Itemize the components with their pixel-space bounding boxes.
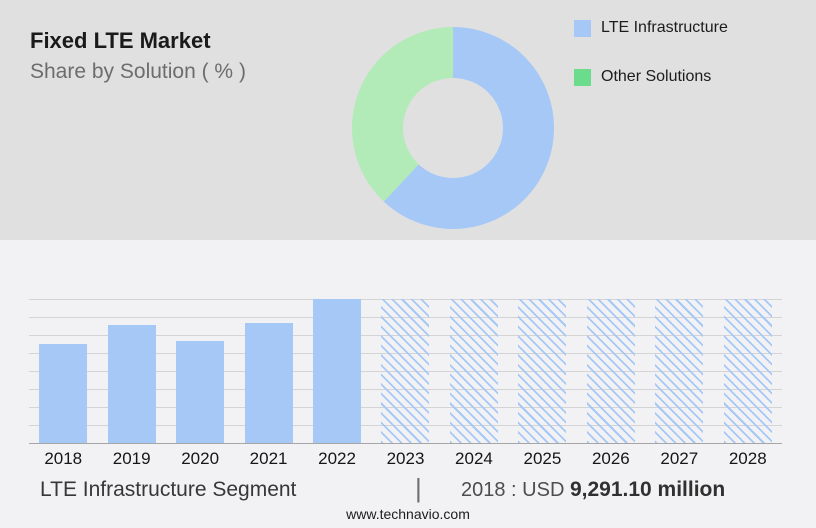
caption-separator: |: [415, 473, 422, 503]
donut-chart: [352, 27, 554, 229]
page-title: Fixed LTE Market: [30, 28, 211, 53]
bar-2018: [39, 343, 88, 443]
bar-slot-2023: [371, 299, 439, 443]
x-tick-2024: 2024: [455, 449, 493, 468]
bar-2021: [244, 323, 293, 443]
x-tick-2019: 2019: [112, 449, 151, 468]
bar-slot-2024: [440, 299, 508, 443]
page-subtitle: Share by Solution ( % ): [30, 60, 246, 83]
segment-panel: 2018 2019 2020 2021 2022 2023 2024 2025 2026 2027…: [0, 240, 816, 528]
value-line: 2018 : USD 9,291.10 million: [461, 478, 725, 502]
x-tick-2028: 2028: [728, 449, 767, 468]
website-url: www.technavio.com: [346, 506, 470, 522]
legend-swatch-green-icon: [574, 68, 591, 86]
value-amount: 9,291.10 million: [569, 478, 726, 501]
segment-caption: LTE Infrastructure Segment: [40, 478, 297, 501]
bar-slot-2026: [577, 299, 645, 443]
legend-label: LTE Infrastructure: [601, 19, 728, 36]
bar-slot-2025: [508, 299, 576, 443]
bar-slot-2020: [166, 299, 234, 443]
share-panel: Fixed LTE Market Share by Solution ( % )…: [0, 0, 816, 240]
forecast-bar-2028: [723, 299, 772, 443]
x-axis-labels: 2018 2019 2020 2021 2022 2023 2024 2025 2026 2027…: [29, 449, 782, 469]
x-tick-2027: 2027: [660, 449, 699, 468]
legend-swatch-blue-icon: [574, 19, 591, 37]
forecast-bar-2024: [449, 299, 498, 443]
bar-2022: [313, 299, 362, 443]
legend-label: Other Solutions: [601, 68, 712, 85]
bar-slot-2022: [303, 299, 371, 443]
donut-hole: [403, 78, 503, 178]
x-tick-2018: 2018: [44, 449, 83, 468]
x-tick-2021: 2021: [249, 449, 288, 468]
bar-slot-2027: [645, 299, 713, 443]
x-tick-2023: 2023: [386, 449, 425, 468]
x-tick-2022: 2022: [318, 449, 356, 468]
legend: LTE Infrastructure Other Solutions: [574, 19, 728, 117]
forecast-bar-2025: [518, 299, 567, 443]
bar-2019: [107, 324, 156, 443]
forecast-bar-2027: [655, 299, 704, 443]
infographic-canvas: Fixed LTE Market Share by Solution ( % )…: [0, 0, 816, 528]
x-tick-2025: 2025: [523, 449, 562, 468]
bar-slot-2028: [714, 299, 782, 443]
forecast-bar-2026: [586, 299, 635, 443]
value-prefix: 2018 : USD: [461, 479, 570, 501]
bar-series: [29, 299, 782, 443]
bar-slot-2019: [97, 299, 165, 443]
bar-chart-plot-area: [29, 299, 782, 444]
bar-slot-2021: [234, 299, 302, 443]
forecast-bar-2023: [381, 299, 430, 443]
bar-slot-2018: [29, 299, 97, 443]
x-tick-2026: 2026: [591, 449, 630, 468]
legend-item-lte-infrastructure: LTE Infrastructure: [574, 19, 728, 37]
legend-item-other-solutions: Other Solutions: [574, 68, 728, 86]
x-tick-2020: 2020: [181, 449, 220, 468]
bar-2020: [176, 340, 225, 443]
